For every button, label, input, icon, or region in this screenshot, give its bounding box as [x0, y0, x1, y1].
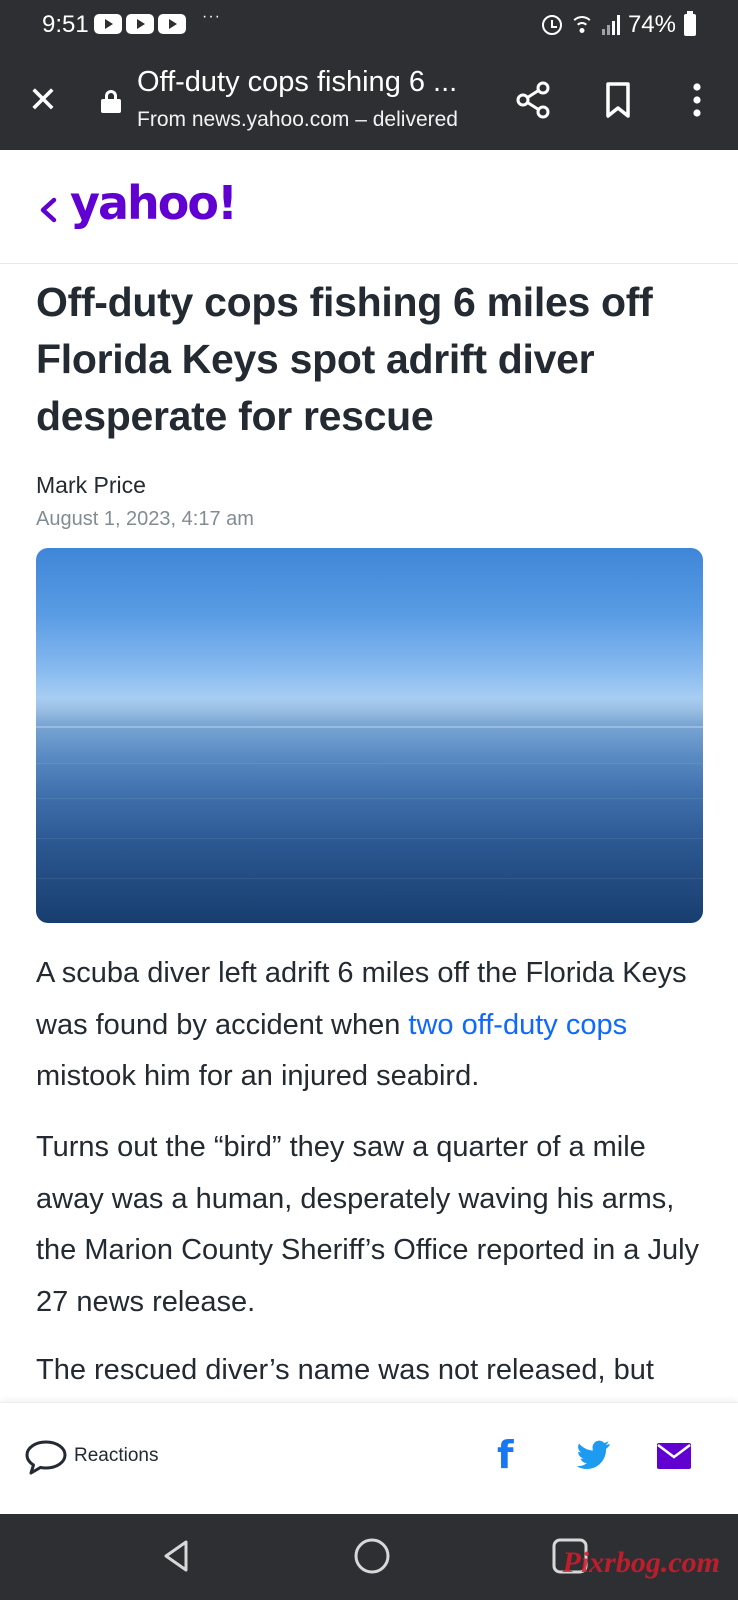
paragraph-text: mistook him for an injured seabird. — [36, 1060, 480, 1092]
site-header: yahoo! — [0, 150, 738, 264]
wifi-icon — [569, 14, 594, 36]
reactions-label[interactable]: Reactions — [74, 1445, 159, 1467]
youtube-icon — [158, 14, 186, 34]
article-link[interactable]: two off-duty cops — [408, 1009, 627, 1041]
article-hero-image[interactable] — [36, 548, 703, 923]
yahoo-logo[interactable]: yahoo! — [70, 176, 238, 230]
back-icon[interactable] — [154, 1534, 198, 1578]
back-chevron-icon[interactable] — [36, 190, 60, 230]
home-icon[interactable] — [350, 1534, 394, 1578]
mail-icon[interactable] — [657, 1443, 691, 1469]
signal-icon — [601, 15, 620, 35]
youtube-icon — [126, 14, 154, 34]
youtube-icon — [94, 14, 122, 34]
close-icon[interactable]: ✕ — [26, 80, 60, 120]
battery-percent: 74% — [627, 11, 676, 38]
facebook-icon[interactable]: f — [497, 1433, 523, 1477]
article-paragraph: A scuba diver left adrift 6 miles off th… — [36, 948, 706, 1103]
alarm-icon — [541, 15, 562, 35]
watermark-text: Pixrbog.com — [562, 1546, 721, 1579]
share-bar: Reactions f — [0, 1402, 738, 1514]
browser-toolbar: ✕ Off-duty cops fishing 6 ... From news.… — [0, 52, 738, 150]
comment-icon[interactable] — [24, 1437, 68, 1477]
article-author[interactable]: Mark Price — [36, 472, 146, 499]
tab-title[interactable]: Off-duty cops fishing 6 ... — [137, 66, 477, 99]
notification-overflow: ··· — [202, 8, 221, 25]
more-vert-icon[interactable] — [675, 78, 719, 122]
lock-icon — [101, 90, 121, 113]
battery-icon — [684, 11, 696, 36]
status-bar: 9:51 ··· 74% — [0, 0, 738, 52]
twitter-icon[interactable] — [575, 1437, 611, 1473]
status-time: 9:51 — [42, 11, 89, 38]
article-headline: Off-duty cops fishing 6 miles off Florid… — [36, 279, 653, 439]
article-paragraph: Turns out the “bird” they saw a quarter … — [36, 1131, 700, 1318]
bookmark-icon[interactable] — [598, 78, 642, 122]
share-icon[interactable] — [512, 78, 556, 122]
article-paragraph: The rescued diver’s name was not release… — [36, 1354, 654, 1386]
tab-url[interactable]: From news.yahoo.com – delivered — [137, 108, 477, 132]
article-date: August 1, 2023, 4:17 am — [36, 508, 254, 530]
status-icons: 74% — [541, 11, 696, 39]
